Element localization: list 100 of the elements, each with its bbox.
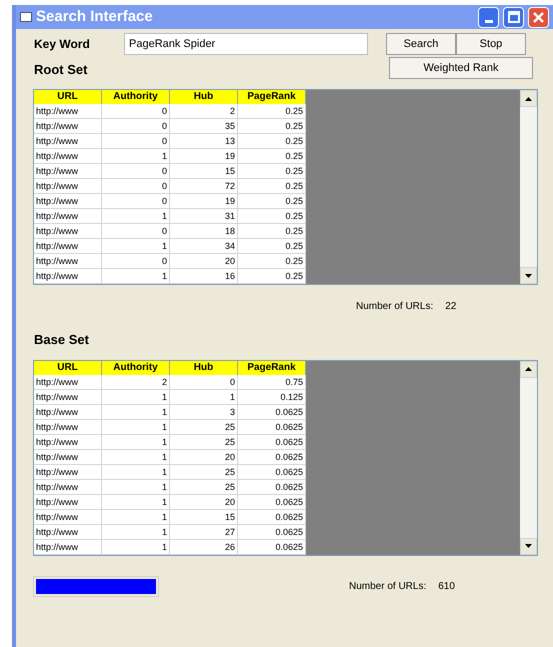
url-count: 22: [445, 300, 456, 314]
table-cell: http://www: [34, 119, 102, 133]
table-cell: 0: [102, 254, 170, 268]
table-cell: 25: [170, 480, 238, 494]
section-title: Base Set: [33, 331, 89, 349]
column-header: Hub: [170, 90, 238, 104]
table-cell: 19: [170, 149, 238, 163]
scrollbar[interactable]: [520, 90, 537, 284]
table-cell: 0: [170, 374, 238, 388]
scroll-up-icon[interactable]: [520, 90, 537, 107]
table-cell: 2: [170, 104, 238, 118]
url-count: 610: [438, 580, 455, 594]
table-cell: http://www: [34, 224, 102, 238]
table-cell: 1: [102, 524, 170, 538]
table-cell: http://www: [34, 434, 102, 448]
scroll-down-icon[interactable]: [520, 267, 537, 284]
table-cell: http://www: [34, 450, 102, 464]
table-cell: 16: [170, 269, 238, 283]
table-cell: 0: [102, 179, 170, 193]
table-cell: 0: [102, 164, 170, 178]
close-button[interactable]: [528, 6, 549, 28]
table-cell: http://www: [34, 540, 102, 554]
column-header: Authority: [102, 90, 170, 104]
table-cell: http://www: [34, 374, 102, 388]
table-cell: 0: [102, 224, 170, 238]
table-cell: http://www: [34, 510, 102, 524]
table-cell: 1: [102, 494, 170, 508]
table-cell: http://www: [34, 239, 102, 253]
table-cell: 1: [102, 149, 170, 163]
window-title: Search Interface: [36, 6, 154, 27]
table-cell: http://www: [34, 254, 102, 268]
table-cell: http://www: [34, 420, 102, 434]
table-cell: 0: [102, 134, 170, 148]
minimize-button[interactable]: [478, 6, 499, 28]
table-cell: 15: [170, 164, 238, 178]
table-cell: http://www: [34, 164, 102, 178]
table-cell: 20: [170, 254, 238, 268]
table-cell: http://www: [34, 209, 102, 223]
table-cell: 1: [102, 434, 170, 448]
table-cell: 26: [170, 540, 238, 554]
table-cell: 1: [170, 390, 238, 404]
table-cell: 1: [102, 404, 170, 418]
app-icon: [20, 12, 32, 22]
table-cell: 1: [102, 510, 170, 524]
toolbar-button[interactable]: Search: [386, 33, 456, 55]
table-cell: 0: [102, 104, 170, 118]
table-cell: 72: [170, 179, 238, 193]
weighted-rank-button[interactable]: Weighted Rank: [389, 57, 533, 79]
table-cell: 0: [102, 194, 170, 208]
table-cell: 15: [170, 510, 238, 524]
maximize-button[interactable]: [503, 6, 524, 28]
table-cell: http://www: [34, 134, 102, 148]
table-cell: 1: [102, 464, 170, 478]
table-cell: 1: [102, 450, 170, 464]
table-cell: 35: [170, 119, 238, 133]
table-cell: 1: [102, 480, 170, 494]
table-cell: 1: [102, 540, 170, 554]
close-icon: [533, 12, 544, 22]
section-title: Root Set: [34, 60, 88, 78]
table-cell: 3: [170, 404, 238, 418]
table-cell: 31: [170, 209, 238, 223]
table-cell: http://www: [34, 149, 102, 163]
table-cell: 34: [170, 239, 238, 253]
table-cell: 27: [170, 524, 238, 538]
table-cell: 18: [170, 224, 238, 238]
table-cell: http://www: [34, 494, 102, 508]
table-cell: 1: [102, 390, 170, 404]
table-cell: http://www: [34, 524, 102, 538]
table-cell: 1: [102, 420, 170, 434]
table-cell: http://www: [34, 390, 102, 404]
toolbar-button[interactable]: Stop: [456, 33, 526, 55]
scroll-down-icon[interactable]: [520, 538, 537, 554]
table-cell: 13: [170, 134, 238, 148]
table-cell: http://www: [34, 104, 102, 118]
url-count-label: Number of URLs:: [356, 300, 434, 314]
table-cell: 1: [102, 269, 170, 283]
table-cell: http://www: [34, 464, 102, 478]
column-header: URL: [34, 90, 102, 104]
table-cell: 19: [170, 194, 238, 208]
table-cell: 2: [102, 374, 170, 388]
keyword-label: Key Word: [34, 36, 91, 53]
table-cell: 20: [170, 450, 238, 464]
table-cell: http://www: [34, 179, 102, 193]
keyword-field[interactable]: PageRank Spider: [124, 33, 368, 55]
table-cell: http://www: [34, 404, 102, 418]
table-cell: 25: [170, 464, 238, 478]
table-cell: http://www: [34, 480, 102, 494]
table-cell: http://www: [34, 194, 102, 208]
column-header: Hub: [170, 360, 238, 374]
table-cell: 25: [170, 434, 238, 448]
table-cell: 1: [102, 239, 170, 253]
scroll-up-icon[interactable]: [520, 360, 537, 378]
column-header: URL: [34, 360, 102, 374]
table-cell: 25: [170, 420, 238, 434]
table-cell: 20: [170, 494, 238, 508]
table-cell: 1: [102, 209, 170, 223]
table-cell: 0: [102, 119, 170, 133]
scrollbar[interactable]: [520, 360, 537, 554]
column-header: Authority: [102, 360, 170, 374]
table-cell: http://www: [34, 269, 102, 283]
